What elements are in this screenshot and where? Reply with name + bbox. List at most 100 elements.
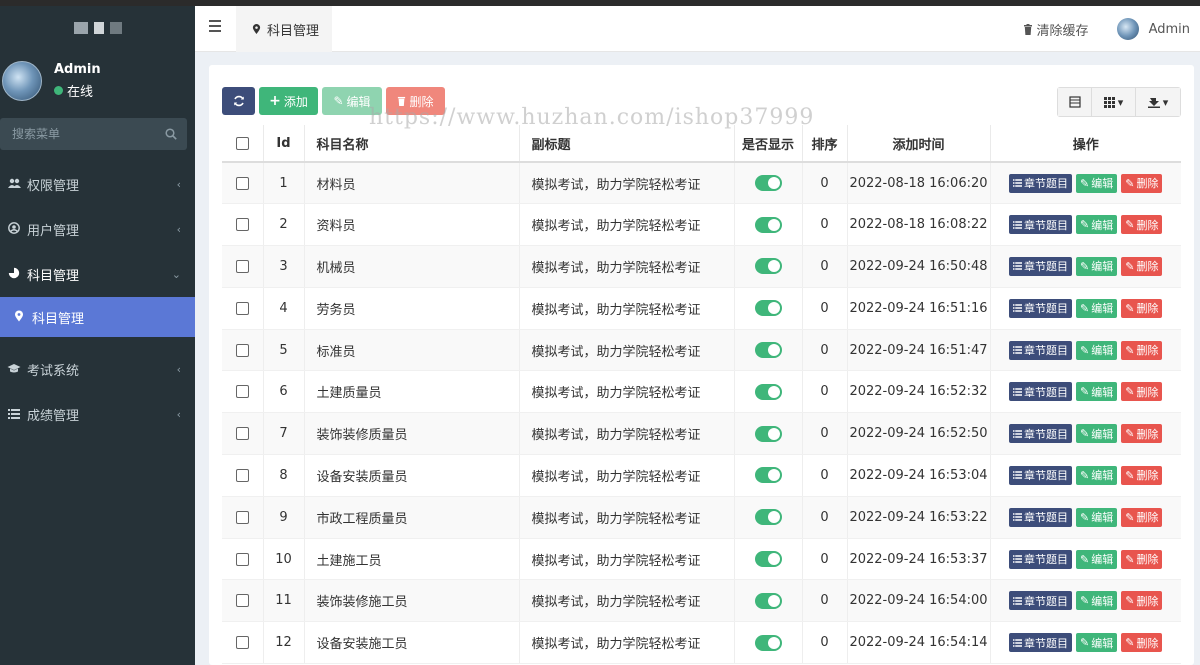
table-row[interactable]: 7 装饰装修质量员 模拟考试，助力学院轻松考证 0 2022-09-24 16:52:5… — [222, 412, 1181, 456]
table-row[interactable]: 8 设备安装质量员 模拟考试，助力学院轻松考证 0 2022-09-24 16:53:0… — [222, 454, 1181, 497]
select-all-checkbox[interactable] — [235, 136, 249, 150]
columns-dropdown-button[interactable]: ▾ — [1092, 88, 1136, 116]
show-toggle[interactable] — [754, 634, 782, 651]
chapter-questions-button[interactable]: 章节题目 — [1009, 340, 1073, 360]
export-dropdown-button[interactable]: ▾ — [1136, 88, 1180, 116]
row-checkbox[interactable] — [235, 636, 249, 650]
sidebar-subitem-subject-management[interactable]: 科目管理 — [0, 297, 195, 337]
row-edit-button[interactable]: ✎ 编辑 — [1076, 633, 1118, 653]
table-row[interactable]: 5 标准员 模拟考试，助力学院轻松考证 0 2022-09-24 16:51:47 章节题… — [222, 329, 1181, 372]
row-delete-button[interactable]: ✎ 删除 — [1121, 382, 1163, 402]
row-checkbox[interactable] — [235, 218, 249, 232]
row-checkbox[interactable] — [235, 594, 249, 608]
col-sort[interactable]: 排序 — [802, 125, 848, 163]
table-row[interactable]: 6 土建质量员 模拟考试，助力学院轻松考证 0 2022-09-24 16:52:32 章… — [222, 370, 1181, 414]
table-row[interactable]: 9 市政工程质量员 模拟考试，助力学院轻松考证 0 2022-09-24 16:53:2… — [222, 496, 1181, 539]
col-show[interactable]: 是否显示 — [734, 125, 803, 163]
toggle-view-button[interactable] — [1058, 88, 1092, 116]
col-name[interactable]: 科目名称 — [304, 125, 520, 163]
col-time[interactable]: 添加时间 — [847, 125, 991, 163]
show-toggle[interactable] — [754, 551, 782, 568]
row-edit-button[interactable]: ✎ 编辑 — [1076, 465, 1118, 485]
row-delete-button[interactable]: ✎ 删除 — [1121, 549, 1163, 569]
chapter-questions-button[interactable]: 章节题目 — [1009, 173, 1073, 193]
refresh-button[interactable] — [222, 87, 255, 115]
chapter-questions-button[interactable]: 章节题目 — [1009, 256, 1073, 276]
table-row[interactable]: 12 设备安装施工员 模拟考试，助力学院轻松考证 0 2022-09-24 16:54:… — [222, 621, 1181, 665]
user-panel: Admin 在线 — [0, 50, 195, 112]
row-edit-button[interactable]: ✎ 编辑 — [1076, 173, 1118, 193]
chapter-questions-button[interactable]: 章节题目 — [1009, 549, 1073, 569]
show-toggle[interactable] — [754, 342, 782, 359]
chapter-questions-button[interactable]: 章节题目 — [1009, 298, 1073, 318]
table-row[interactable]: 1 材料员 模拟考试，助力学院轻松考证 0 2022-08-18 16:06:20 章节题… — [222, 162, 1181, 205]
search-icon[interactable] — [165, 128, 177, 140]
row-edit-button[interactable]: ✎ 编辑 — [1076, 340, 1118, 360]
chapter-questions-button[interactable]: 章节题目 — [1009, 507, 1073, 527]
row-delete-button[interactable]: ✎ 删除 — [1121, 633, 1163, 653]
show-toggle[interactable] — [754, 258, 782, 275]
show-toggle[interactable] — [754, 592, 782, 609]
row-checkbox[interactable] — [235, 468, 249, 482]
row-edit-button[interactable]: ✎ 编辑 — [1076, 382, 1118, 402]
row-delete-button[interactable]: ✎ 删除 — [1121, 507, 1163, 527]
row-checkbox[interactable] — [235, 343, 249, 357]
row-delete-button[interactable]: ✎ 删除 — [1121, 173, 1163, 193]
tab-subject-management[interactable]: 科目管理 — [236, 6, 332, 52]
table-row[interactable]: 11 装饰装修施工员 模拟考试，助力学院轻松考证 0 2022-09-24 16:54:… — [222, 579, 1181, 623]
table-row[interactable]: 2 资料员 模拟考试，助力学院轻松考证 0 2022-08-18 16:08:22 章节题… — [222, 203, 1181, 247]
cell-ops: 章节题目 ✎ 编辑 ✎ 删除 — [990, 538, 1181, 581]
show-toggle[interactable] — [754, 216, 782, 233]
sidebar-item-scores[interactable]: 成绩管理 ‹ — [0, 392, 195, 437]
col-subtitle[interactable]: 副标题 — [519, 125, 735, 163]
sidebar-search[interactable] — [0, 118, 187, 150]
hamburger-menu-icon[interactable] — [209, 20, 221, 36]
row-edit-button[interactable]: ✎ 编辑 — [1076, 215, 1118, 235]
row-checkbox[interactable] — [235, 427, 249, 441]
show-toggle[interactable] — [754, 425, 782, 442]
row-checkbox[interactable] — [235, 552, 249, 566]
sidebar-item-users[interactable]: 用户管理 ‹ — [0, 207, 195, 252]
row-delete-button[interactable]: ✎ 删除 — [1121, 256, 1163, 276]
clear-cache-button[interactable]: 清除缓存 — [1023, 20, 1089, 39]
row-delete-button[interactable]: ✎ 删除 — [1121, 591, 1163, 611]
table-row[interactable]: 3 机械员 模拟考试，助力学院轻松考证 0 2022-09-24 16:50:48 章节题… — [222, 245, 1181, 288]
search-input[interactable] — [12, 127, 142, 141]
row-checkbox[interactable] — [235, 510, 249, 524]
sidebar-item-exam-system[interactable]: 考试系统 ‹ — [0, 347, 195, 392]
show-toggle[interactable] — [754, 509, 782, 526]
table-row[interactable]: 4 劳务员 模拟考试，助力学院轻松考证 0 2022-09-24 16:51:16 章节题… — [222, 287, 1181, 330]
row-edit-button[interactable]: ✎ 编辑 — [1076, 591, 1118, 611]
row-delete-button[interactable]: ✎ 删除 — [1121, 465, 1163, 485]
chapter-questions-button[interactable]: 章节题目 — [1009, 424, 1073, 444]
chapter-questions-button[interactable]: 章节题目 — [1009, 382, 1073, 402]
row-delete-button[interactable]: ✎ 删除 — [1121, 215, 1163, 235]
row-delete-button[interactable]: ✎ 删除 — [1121, 424, 1163, 444]
sidebar-item-permissions[interactable]: 权限管理 ‹ — [0, 162, 195, 207]
show-toggle[interactable] — [754, 175, 782, 192]
admin-menu[interactable]: Admin — [1116, 18, 1190, 40]
sidebar-item-subjects[interactable]: 科目管理 ⌄ — [0, 252, 195, 297]
row-edit-button[interactable]: ✎ 编辑 — [1076, 424, 1118, 444]
add-button[interactable]: + 添加 — [259, 87, 318, 115]
table-row[interactable]: 10 土建施工员 模拟考试，助力学院轻松考证 0 2022-09-24 16:53:37… — [222, 538, 1181, 581]
row-edit-button[interactable]: ✎ 编辑 — [1076, 298, 1118, 318]
show-toggle[interactable] — [754, 383, 782, 400]
row-edit-button[interactable]: ✎ 编辑 — [1076, 256, 1118, 276]
row-edit-button[interactable]: ✎ 编辑 — [1076, 507, 1118, 527]
show-toggle[interactable] — [754, 467, 782, 484]
row-delete-button[interactable]: ✎ 删除 — [1121, 298, 1163, 318]
chapter-questions-button[interactable]: 章节题目 — [1009, 215, 1073, 235]
row-delete-button[interactable]: ✎ 删除 — [1121, 340, 1163, 360]
chapter-questions-button[interactable]: 章节题目 — [1009, 465, 1073, 485]
row-checkbox[interactable] — [235, 259, 249, 273]
chapter-questions-button[interactable]: 章节题目 — [1009, 633, 1073, 653]
show-toggle[interactable] — [754, 300, 782, 317]
row-checkbox[interactable] — [235, 176, 249, 190]
col-id[interactable]: Id — [263, 125, 305, 163]
row-checkbox[interactable] — [235, 301, 249, 315]
chapter-questions-button[interactable]: 章节题目 — [1009, 591, 1073, 611]
row-checkbox[interactable] — [235, 385, 249, 399]
user-name: Admin — [54, 62, 101, 77]
row-edit-button[interactable]: ✎ 编辑 — [1076, 549, 1118, 569]
